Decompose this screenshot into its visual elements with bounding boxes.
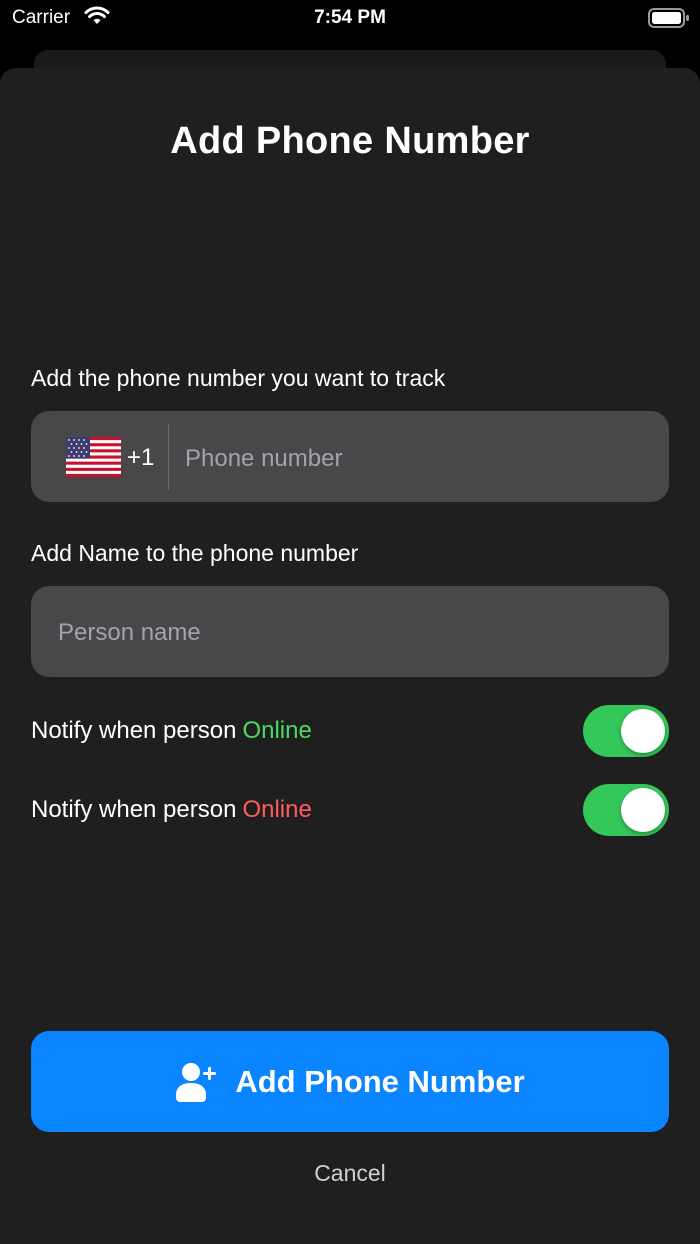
notify-offline-label: Notify when person Online — [31, 796, 312, 824]
notify-online-toggle[interactable] — [583, 705, 669, 757]
phone-number-input[interactable] — [183, 436, 657, 482]
phone-number-label: Add the phone number you want to track — [31, 365, 446, 391]
field-divider — [168, 424, 169, 490]
page-title: Add Phone Number — [170, 120, 530, 162]
person-name-label: Add Name to the phone number — [31, 540, 359, 566]
battery-icon — [648, 8, 690, 34]
person-name-input[interactable] — [56, 610, 660, 656]
clock: 7:54 PM — [314, 7, 386, 28]
add-phone-number-button[interactable]: Add Phone Number — [31, 1031, 669, 1132]
country-dial-code[interactable]: +1 — [127, 444, 154, 472]
notify-text: Notify when person — [31, 796, 237, 823]
toggle-knob — [621, 709, 665, 753]
toggle-knob — [621, 788, 665, 832]
us-flag-icon[interactable] — [66, 437, 121, 482]
status-online-text-red: Online — [242, 796, 312, 823]
cancel-button[interactable]: Cancel — [0, 1160, 700, 1187]
notify-offline-toggle[interactable] — [583, 784, 669, 836]
status-online-text: Online — [242, 717, 312, 744]
notify-text: Notify when person — [31, 717, 237, 744]
add-person-icon — [175, 1061, 219, 1103]
status-bar: Carrier 7:54 PM — [0, 0, 700, 40]
notify-online-label: Notify when person Online — [31, 717, 312, 745]
add-phone-number-button-label: Add Phone Number — [235, 1063, 525, 1099]
